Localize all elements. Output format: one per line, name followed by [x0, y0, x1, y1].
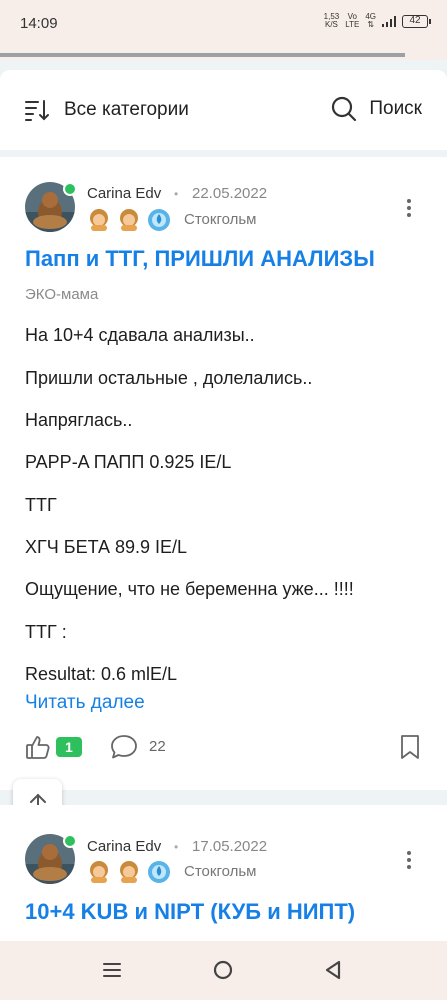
water-badge-icon — [148, 209, 170, 231]
post-paragraph: Resultat: 0.6 mlE/L — [25, 664, 178, 684]
post-paragraph: На 10+4 сдавала анализы.. — [25, 325, 255, 345]
author-avatar[interactable] — [25, 182, 77, 234]
system-indicators: 1,53 K/S Vo LTE 4G ⇅ 42 — [324, 13, 431, 29]
battery-level: 42 — [402, 14, 428, 28]
status-bar: 14:09 1,53 K/S Vo LTE 4G ⇅ 42 — [0, 0, 447, 48]
network-arrows: ⇅ — [367, 20, 375, 29]
post-date: 17.05.2022 — [192, 838, 268, 855]
system-navigation-bar — [0, 941, 447, 1000]
post-title[interactable]: 10+4 KUB и NIPT (КУБ и НИПТ) — [25, 899, 355, 925]
post-paragraph: ТТГ — [25, 495, 57, 515]
like-count-badge: 1 — [56, 737, 82, 757]
author-badges — [87, 208, 171, 232]
back-icon[interactable] — [324, 960, 342, 980]
recent-apps-icon[interactable] — [102, 961, 122, 979]
girl-badge-icon — [90, 209, 108, 231]
categories-label: Все категории — [64, 99, 189, 120]
status-time: 14:09 — [20, 15, 58, 32]
search-label: Поиск — [369, 98, 422, 119]
network-type-indicator: 4G ⇅ — [365, 13, 376, 29]
author-city: Стокгольм — [184, 863, 257, 880]
post-actions: 1 22 — [0, 734, 447, 764]
categories-button[interactable]: Все категории — [24, 98, 189, 122]
post-paragraph: ТТГ : — [25, 622, 67, 642]
volte-bottom: LTE — [345, 20, 360, 29]
home-icon[interactable] — [213, 960, 233, 980]
post-paragraph: Напряглась.. — [25, 410, 133, 430]
comment-icon[interactable] — [110, 734, 138, 760]
post-paragraph: Пришли остальные , долелались.. — [25, 368, 313, 388]
network-speed-unit: K/S — [325, 20, 338, 29]
author-name[interactable]: Carina Edv — [87, 185, 161, 202]
post-date: 22.05.2022 — [192, 185, 268, 202]
post-card: Carina Edv • 17.05.2022 Стокгольм 10+4 K… — [0, 805, 447, 941]
filter-bar: Все категории Поиск — [0, 70, 447, 150]
comment-count: 22 — [149, 738, 166, 755]
water-badge-icon — [148, 861, 170, 883]
author-city: Стокгольм — [184, 211, 257, 228]
network-speed: 1,53 K/S — [324, 13, 340, 29]
author-badges — [87, 860, 171, 884]
post-title[interactable]: Папп и ТТГ, ПРИШЛИ АНАЛИЗЫ — [25, 246, 375, 272]
more-options-icon[interactable] — [407, 199, 413, 217]
girl-badge-icon — [120, 861, 138, 883]
online-indicator — [63, 834, 77, 848]
online-indicator — [63, 182, 77, 196]
page-loading-strip — [0, 48, 447, 60]
sort-list-icon — [25, 100, 49, 121]
battery-icon: 42 — [402, 14, 431, 28]
like-icon[interactable] — [25, 734, 51, 760]
post-paragraph: ХГЧ БЕТА 89.9 IE/L — [25, 537, 188, 557]
more-options-icon[interactable] — [407, 851, 413, 869]
author-name[interactable]: Carina Edv — [87, 838, 161, 855]
signal-icon — [382, 15, 396, 27]
read-more-link[interactable]: Читать далее — [25, 692, 145, 714]
volte-indicator: Vo LTE — [345, 13, 359, 29]
post-paragraph: Ощущение, что не беременна уже... !!!! — [25, 579, 354, 599]
girl-badge-icon — [90, 861, 108, 883]
bookmark-icon[interactable] — [399, 734, 421, 760]
author-avatar[interactable] — [25, 834, 77, 886]
search-button[interactable]: Поиск — [331, 96, 422, 122]
post-paragraph: PAPP-A ПАПП 0.925 IE/L — [25, 452, 232, 472]
girl-badge-icon — [120, 209, 138, 231]
post-card: Carina Edv • 22.05.2022 Стокгольм Папп и… — [0, 157, 447, 790]
search-icon — [332, 96, 357, 122]
post-category[interactable]: ЭКО-мама — [25, 286, 98, 303]
